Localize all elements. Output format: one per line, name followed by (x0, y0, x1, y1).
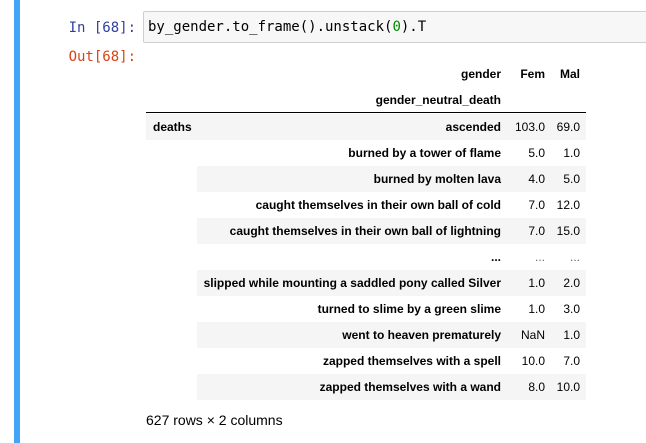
cell-fem: NaN (520, 328, 545, 342)
row-label: zapped themselves with a wand (319, 380, 501, 394)
notebook-cell[interactable]: In [68]: by_gender.to_frame().unstack(0)… (0, 0, 646, 443)
cell-mal: 10.0 (556, 380, 580, 394)
table-row: deaths ascended 103.0 69.0 (146, 114, 586, 140)
table-row: caught themselves in their own ball of l… (197, 218, 586, 244)
row-label: slipped while mounting a saddled pony ca… (203, 276, 501, 290)
cell-fem: 8.0 (528, 380, 545, 394)
table-row: burned by a tower of flame 5.0 1.0 (146, 140, 586, 166)
table-row: burned by molten lava 4.0 5.0 (197, 166, 586, 192)
cell-mal: 12.0 (556, 198, 580, 212)
row-label: zapped themselves with a spell (322, 354, 501, 368)
cell-mal: 5.0 (563, 172, 580, 186)
cell-mal: 15.0 (556, 224, 580, 238)
cell-fem: ... (534, 250, 545, 264)
code-number: 0 (392, 19, 401, 35)
table-row: slipped while mounting a saddled pony ca… (197, 270, 586, 296)
code-editor[interactable]: by_gender.to_frame().unstack(0).T (143, 11, 646, 43)
row-label: ... (490, 250, 501, 264)
table-row: zapped themselves with a spell 10.0 7.0 (146, 348, 586, 374)
row-label: ascended (445, 120, 501, 134)
input-prompt: In [68]: (68, 20, 136, 36)
row-label: turned to slime by a green slime (317, 302, 501, 316)
output-prompt: Out[68]: (68, 49, 136, 65)
output-area: gender Fem Mal gender_neutral_death deat… (146, 56, 636, 443)
code-line[interactable]: by_gender.to_frame().unstack(0).T (148, 17, 426, 37)
code-text-1: by_gender.to_frame().unstack( (148, 19, 393, 35)
row-label: went to heaven prematurely (342, 328, 501, 342)
header-divider (146, 112, 586, 113)
cell-mal: 2.0 (563, 276, 580, 290)
columns-name-header: gender (460, 67, 501, 81)
row-label: burned by a tower of flame (348, 146, 501, 160)
row-label: caught themselves in their own ball of c… (255, 198, 501, 212)
cell-fem: 10.0 (521, 354, 545, 368)
cell-mal: 69.0 (556, 120, 580, 134)
table-row: turned to slime by a green slime 1.0 3.0 (146, 296, 586, 322)
row-label: burned by molten lava (373, 172, 501, 186)
cell-fem: 4.0 (528, 172, 545, 186)
code-text-2: ).T (400, 19, 427, 35)
dataframe-shape-footer: 627 rows × 2 columns (146, 412, 283, 428)
table-row: ... ... ... (146, 244, 586, 270)
cell-fem: 1.0 (528, 276, 545, 290)
cell-mal: 1.0 (563, 328, 580, 342)
row-label: caught themselves in their own ball of l… (229, 224, 501, 238)
table-row: caught themselves in their own ball of c… (146, 192, 586, 218)
cell-mal: ... (569, 250, 580, 264)
cell-fem: 103.0 (514, 120, 545, 134)
cell-mal: 1.0 (563, 146, 580, 160)
column-header-fem: Fem (520, 67, 545, 81)
index-name-header: gender_neutral_death (375, 93, 501, 107)
cell-fem: 7.0 (528, 224, 545, 238)
cell-fem: 7.0 (528, 198, 545, 212)
table-row: went to heaven prematurely NaN 1.0 (197, 322, 586, 348)
table-row: zapped themselves with a wand 8.0 10.0 (197, 374, 586, 400)
cell-fem: 5.0 (528, 146, 545, 160)
cell-fem: 1.0 (528, 302, 545, 316)
cell-mal: 7.0 (563, 354, 580, 368)
cell-mal: 3.0 (563, 302, 580, 316)
column-header-mal: Mal (559, 67, 580, 81)
